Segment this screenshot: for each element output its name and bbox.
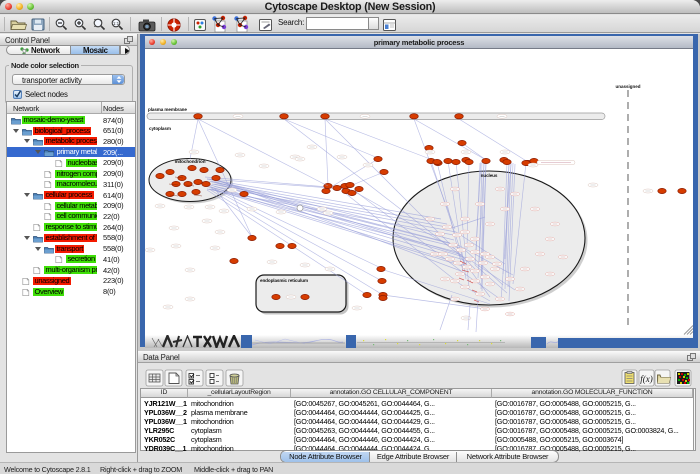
- svg-text:f(x): f(x): [640, 374, 653, 384]
- svg-text:nucleus: nucleus: [481, 173, 498, 178]
- svg-text:cytoplasm: cytoplasm: [149, 126, 171, 131]
- svg-text:unassigned: unassigned: [615, 84, 640, 89]
- svg-text:mitochondrion: mitochondrion: [175, 159, 206, 164]
- svg-text:endoplasmic reticulum: endoplasmic reticulum: [260, 278, 308, 283]
- svg-text:1:1: 1:1: [113, 21, 120, 26]
- svg-text:plasma membrane: plasma membrane: [148, 107, 187, 112]
